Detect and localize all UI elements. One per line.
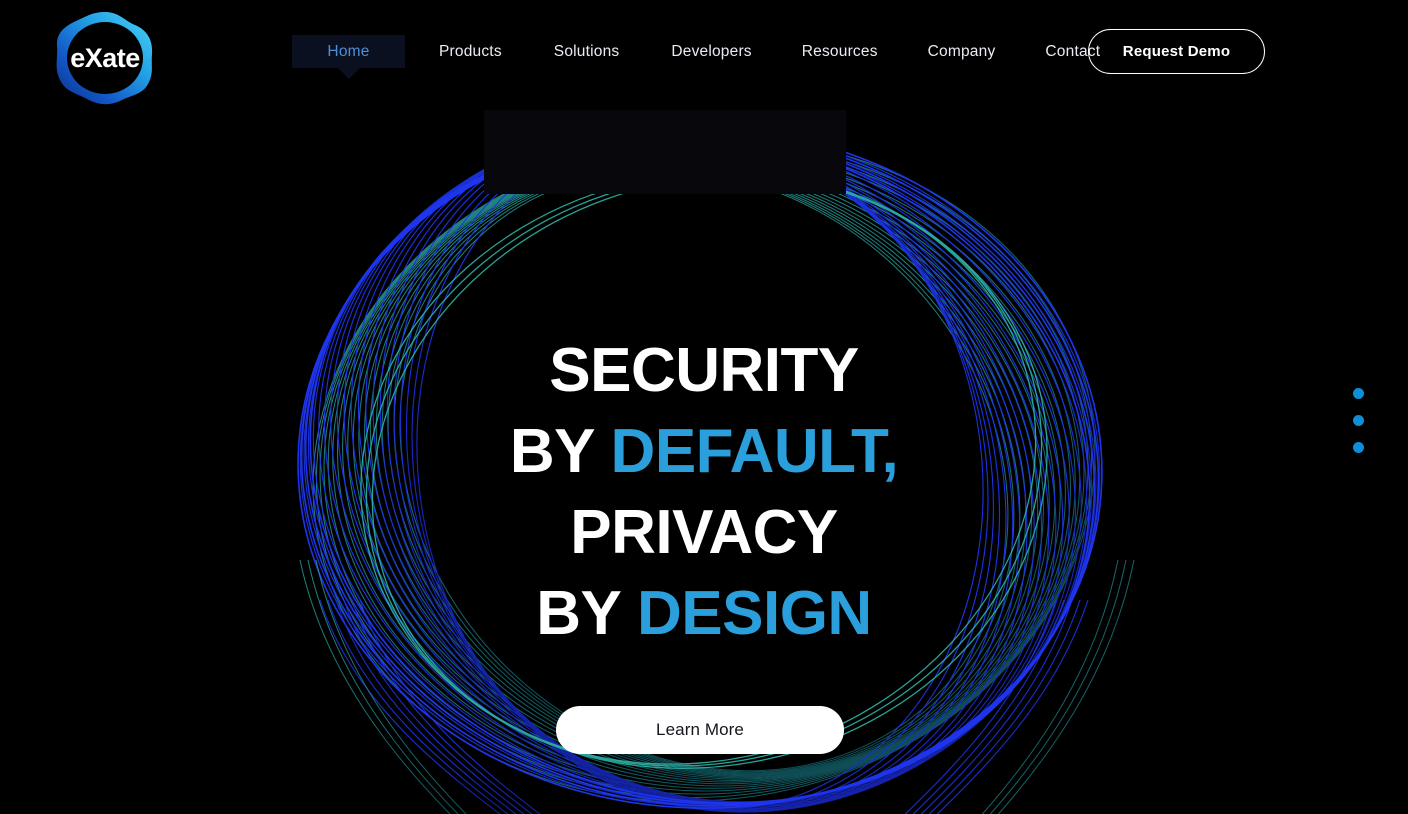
nav-active-caret-icon xyxy=(337,68,360,79)
request-demo-button[interactable]: Request Demo xyxy=(1088,29,1265,74)
nav-item-solutions[interactable]: Solutions xyxy=(538,35,636,68)
nav-item-resources[interactable]: Resources xyxy=(786,35,894,68)
nav-item-resources-label: Resources xyxy=(801,42,878,60)
site-header: eXate Home Products Solutions Developers… xyxy=(0,0,1408,107)
nav-item-company-label: Company xyxy=(927,42,996,60)
hero-top-dark-panel xyxy=(484,110,846,194)
nav-item-company[interactable]: Company xyxy=(912,35,1012,68)
carousel-dot-2[interactable] xyxy=(1353,415,1364,426)
primary-navigation: Home Products Solutions Developers Resou… xyxy=(292,35,1116,79)
nav-item-products[interactable]: Products xyxy=(423,35,518,68)
nav-item-developers[interactable]: Developers xyxy=(655,35,767,68)
carousel-dot-1[interactable] xyxy=(1353,388,1364,399)
nav-item-developers-label: Developers xyxy=(671,42,752,60)
nav-item-home-label: Home xyxy=(327,42,370,60)
svg-text:eXate: eXate xyxy=(70,43,140,73)
page-root: eXate Home Products Solutions Developers… xyxy=(0,0,1408,814)
carousel-dot-3[interactable] xyxy=(1353,442,1364,453)
nav-item-products-label: Products xyxy=(439,42,502,60)
exate-logo[interactable]: eXate xyxy=(53,9,156,107)
carousel-dots xyxy=(1353,388,1364,453)
nav-item-home[interactable]: Home xyxy=(292,35,405,79)
nav-item-solutions-label: Solutions xyxy=(553,42,620,60)
learn-more-button[interactable]: Learn More xyxy=(556,706,844,754)
